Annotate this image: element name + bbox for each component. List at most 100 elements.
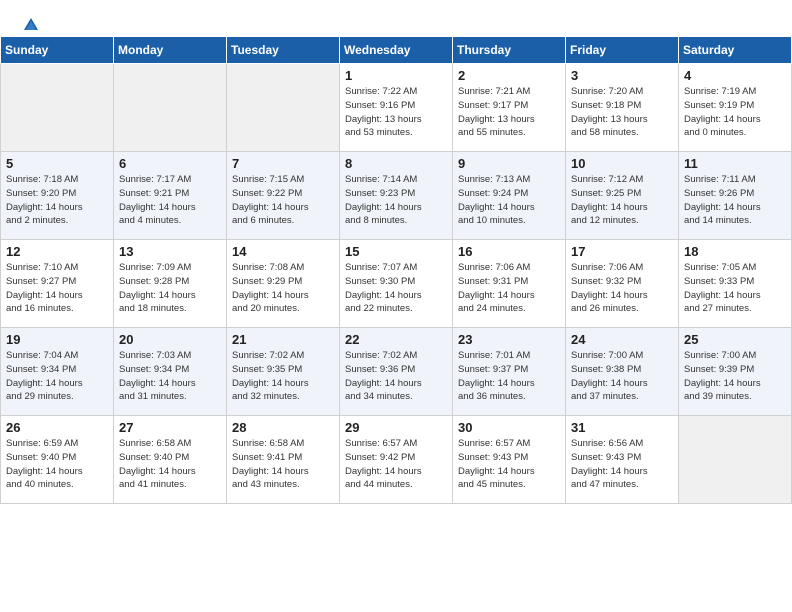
day-info: Sunrise: 7:10 AM Sunset: 9:27 PM Dayligh… <box>6 261 108 316</box>
calendar-day-cell: 21 Sunrise: 7:02 AM Sunset: 9:35 PM Dayli… <box>227 328 340 416</box>
day-number: 26 <box>6 420 108 435</box>
day-number: 12 <box>6 244 108 259</box>
calendar-day-cell: 31Sunrise: 6:56 AM Sunset: 9:43 PM Dayli… <box>566 416 679 504</box>
calendar-day-cell: 3 Sunrise: 7:20 AM Sunset: 9:18 PM Daylig… <box>566 64 679 152</box>
day-number: 5 <box>6 156 108 171</box>
calendar-day-cell: 15 Sunrise: 7:07 AM Sunset: 9:30 PM Dayli… <box>340 240 453 328</box>
day-number: 27 <box>119 420 221 435</box>
day-info: Sunrise: 6:58 AM Sunset: 9:41 PM Dayligh… <box>232 437 334 492</box>
calendar-week-row: 19Sunrise: 7:04 AM Sunset: 9:34 PM Dayli… <box>1 328 792 416</box>
calendar-day-cell: 14 Sunrise: 7:08 AM Sunset: 9:29 PM Dayli… <box>227 240 340 328</box>
day-number: 28 <box>232 420 334 435</box>
day-number: 29 <box>345 420 447 435</box>
day-info: Sunrise: 7:18 AM Sunset: 9:20 PM Dayligh… <box>6 173 108 228</box>
day-number: 11 <box>684 156 786 171</box>
day-info: Sunrise: 7:02 AM Sunset: 9:36 PM Dayligh… <box>345 349 447 404</box>
calendar-day-cell: 30 Sunrise: 6:57 AM Sunset: 9:43 PM Dayli… <box>453 416 566 504</box>
calendar-day-cell: 25 Sunrise: 7:00 AM Sunset: 9:39 PM Dayli… <box>679 328 792 416</box>
day-info: Sunrise: 7:14 AM Sunset: 9:23 PM Dayligh… <box>345 173 447 228</box>
day-info: Sunrise: 7:00 AM Sunset: 9:39 PM Dayligh… <box>684 349 786 404</box>
day-number: 4 <box>684 68 786 83</box>
day-info: Sunrise: 7:19 AM Sunset: 9:19 PM Dayligh… <box>684 85 786 140</box>
calendar-day-cell: 28 Sunrise: 6:58 AM Sunset: 9:41 PM Dayli… <box>227 416 340 504</box>
day-number: 8 <box>345 156 447 171</box>
calendar-day-cell <box>114 64 227 152</box>
calendar-day-cell: 7Sunrise: 7:15 AM Sunset: 9:22 PM Daylig… <box>227 152 340 240</box>
day-number: 9 <box>458 156 560 171</box>
calendar-day-cell <box>227 64 340 152</box>
logo <box>20 16 40 28</box>
calendar-day-cell: 5 Sunrise: 7:18 AM Sunset: 9:20 PM Daylig… <box>1 152 114 240</box>
calendar-day-cell: 9 Sunrise: 7:13 AM Sunset: 9:24 PM Daylig… <box>453 152 566 240</box>
day-info: Sunrise: 6:57 AM Sunset: 9:43 PM Dayligh… <box>458 437 560 492</box>
day-number: 7 <box>232 156 334 171</box>
day-info: Sunrise: 7:11 AM Sunset: 9:26 PM Dayligh… <box>684 173 786 228</box>
day-number: 30 <box>458 420 560 435</box>
page-header <box>0 0 792 36</box>
day-info: Sunrise: 7:22 AM Sunset: 9:16 PM Dayligh… <box>345 85 447 140</box>
calendar-day-cell: 10 Sunrise: 7:12 AM Sunset: 9:25 PM Dayli… <box>566 152 679 240</box>
day-number: 1 <box>345 68 447 83</box>
day-number: 10 <box>571 156 673 171</box>
day-info: Sunrise: 7:09 AM Sunset: 9:28 PM Dayligh… <box>119 261 221 316</box>
day-number: 15 <box>345 244 447 259</box>
day-info: Sunrise: 7:21 AM Sunset: 9:17 PM Dayligh… <box>458 85 560 140</box>
calendar-day-cell: 6Sunrise: 7:17 AM Sunset: 9:21 PM Daylig… <box>114 152 227 240</box>
day-info: Sunrise: 7:13 AM Sunset: 9:24 PM Dayligh… <box>458 173 560 228</box>
calendar-day-cell: 1 Sunrise: 7:22 AM Sunset: 9:16 PM Daylig… <box>340 64 453 152</box>
day-number: 20 <box>119 332 221 347</box>
calendar-day-cell: 26 Sunrise: 6:59 AM Sunset: 9:40 PM Dayli… <box>1 416 114 504</box>
calendar-day-cell: 4 Sunrise: 7:19 AM Sunset: 9:19 PM Daylig… <box>679 64 792 152</box>
day-number: 6 <box>119 156 221 171</box>
day-info: Sunrise: 7:02 AM Sunset: 9:35 PM Dayligh… <box>232 349 334 404</box>
day-of-week-header: Tuesday <box>227 37 340 64</box>
calendar-day-cell: 11 Sunrise: 7:11 AM Sunset: 9:26 PM Dayli… <box>679 152 792 240</box>
calendar-day-cell: 16 Sunrise: 7:06 AM Sunset: 9:31 PM Dayli… <box>453 240 566 328</box>
calendar-day-cell: 18 Sunrise: 7:05 AM Sunset: 9:33 PM Dayli… <box>679 240 792 328</box>
day-info: Sunrise: 7:07 AM Sunset: 9:30 PM Dayligh… <box>345 261 447 316</box>
calendar-week-row: 1 Sunrise: 7:22 AM Sunset: 9:16 PM Daylig… <box>1 64 792 152</box>
day-number: 23 <box>458 332 560 347</box>
calendar-day-cell: 22Sunrise: 7:02 AM Sunset: 9:36 PM Dayli… <box>340 328 453 416</box>
day-of-week-header: Monday <box>114 37 227 64</box>
day-info: Sunrise: 7:04 AM Sunset: 9:34 PM Dayligh… <box>6 349 108 404</box>
calendar-day-cell <box>1 64 114 152</box>
day-info: Sunrise: 7:12 AM Sunset: 9:25 PM Dayligh… <box>571 173 673 228</box>
day-info: Sunrise: 7:03 AM Sunset: 9:34 PM Dayligh… <box>119 349 221 404</box>
day-info: Sunrise: 7:08 AM Sunset: 9:29 PM Dayligh… <box>232 261 334 316</box>
calendar-day-cell: 27 Sunrise: 6:58 AM Sunset: 9:40 PM Dayli… <box>114 416 227 504</box>
day-info: Sunrise: 7:20 AM Sunset: 9:18 PM Dayligh… <box>571 85 673 140</box>
day-info: Sunrise: 7:01 AM Sunset: 9:37 PM Dayligh… <box>458 349 560 404</box>
calendar-day-cell: 20 Sunrise: 7:03 AM Sunset: 9:34 PM Dayli… <box>114 328 227 416</box>
calendar-day-cell: 12 Sunrise: 7:10 AM Sunset: 9:27 PM Dayli… <box>1 240 114 328</box>
day-of-week-header: Saturday <box>679 37 792 64</box>
day-number: 25 <box>684 332 786 347</box>
calendar-day-cell: 23 Sunrise: 7:01 AM Sunset: 9:37 PM Dayli… <box>453 328 566 416</box>
day-info: Sunrise: 7:06 AM Sunset: 9:32 PM Dayligh… <box>571 261 673 316</box>
calendar-header-row: SundayMondayTuesdayWednesdayThursdayFrid… <box>1 37 792 64</box>
day-info: Sunrise: 6:59 AM Sunset: 9:40 PM Dayligh… <box>6 437 108 492</box>
day-number: 31 <box>571 420 673 435</box>
calendar-week-row: 26 Sunrise: 6:59 AM Sunset: 9:40 PM Dayli… <box>1 416 792 504</box>
calendar-table: SundayMondayTuesdayWednesdayThursdayFrid… <box>0 36 792 504</box>
day-number: 18 <box>684 244 786 259</box>
day-info: Sunrise: 6:58 AM Sunset: 9:40 PM Dayligh… <box>119 437 221 492</box>
calendar-day-cell: 19Sunrise: 7:04 AM Sunset: 9:34 PM Dayli… <box>1 328 114 416</box>
calendar-week-row: 5 Sunrise: 7:18 AM Sunset: 9:20 PM Daylig… <box>1 152 792 240</box>
day-info: Sunrise: 6:57 AM Sunset: 9:42 PM Dayligh… <box>345 437 447 492</box>
day-number: 16 <box>458 244 560 259</box>
day-of-week-header: Friday <box>566 37 679 64</box>
day-of-week-header: Sunday <box>1 37 114 64</box>
day-info: Sunrise: 7:06 AM Sunset: 9:31 PM Dayligh… <box>458 261 560 316</box>
day-info: Sunrise: 7:05 AM Sunset: 9:33 PM Dayligh… <box>684 261 786 316</box>
calendar-day-cell: 29 Sunrise: 6:57 AM Sunset: 9:42 PM Dayli… <box>340 416 453 504</box>
calendar-day-cell: 13 Sunrise: 7:09 AM Sunset: 9:28 PM Dayli… <box>114 240 227 328</box>
day-info: Sunrise: 7:00 AM Sunset: 9:38 PM Dayligh… <box>571 349 673 404</box>
day-number: 24 <box>571 332 673 347</box>
day-number: 3 <box>571 68 673 83</box>
day-number: 13 <box>119 244 221 259</box>
calendar-day-cell: 24 Sunrise: 7:00 AM Sunset: 9:38 PM Dayli… <box>566 328 679 416</box>
day-number: 21 <box>232 332 334 347</box>
day-number: 14 <box>232 244 334 259</box>
calendar-day-cell: 8 Sunrise: 7:14 AM Sunset: 9:23 PM Daylig… <box>340 152 453 240</box>
